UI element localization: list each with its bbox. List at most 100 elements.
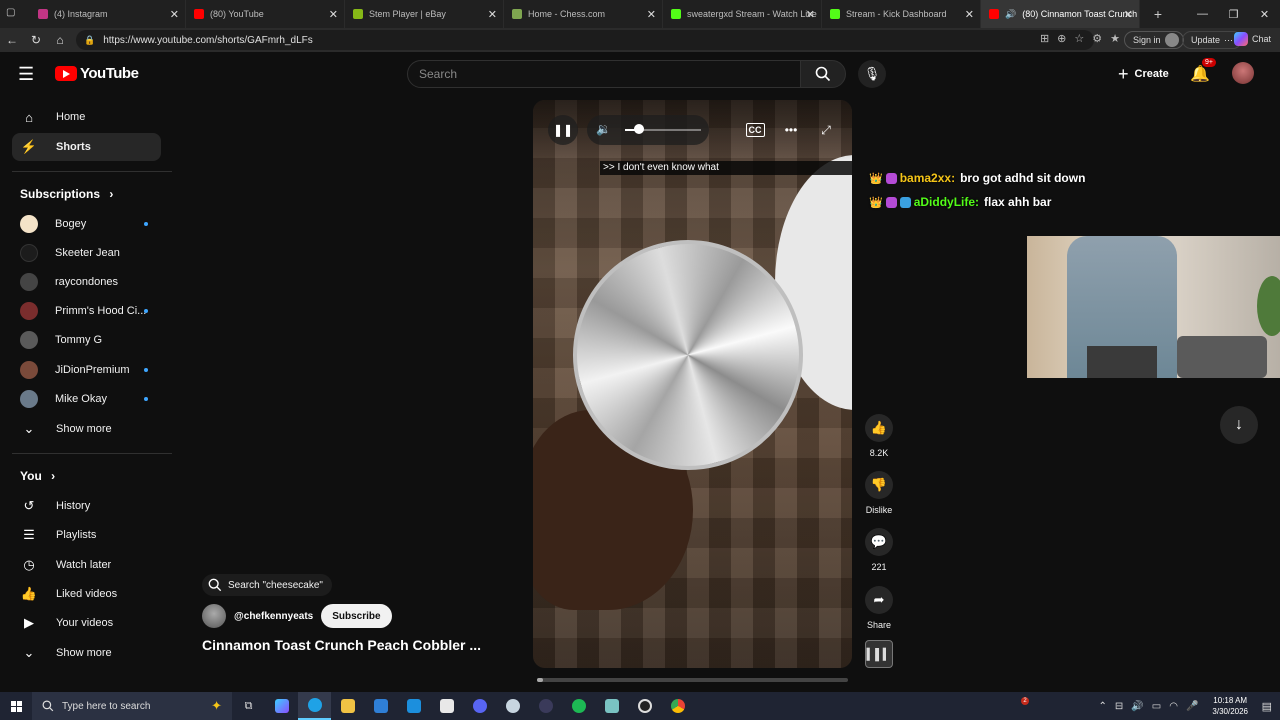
network-icon[interactable]: ⊟ [1115,701,1123,712]
comments-button[interactable]: 💬 221 [864,528,894,572]
video-progress-bar[interactable] [537,678,848,682]
like-button[interactable]: 👍 8.2K [864,414,894,458]
close-icon[interactable]: ✕ [806,8,815,21]
search-input[interactable]: Search [407,60,801,88]
tab-actions-icon[interactable]: ▢ [6,7,22,21]
sidebar-item-shorts[interactable]: ⚡ Shorts [12,133,161,161]
chevron-up-icon[interactable]: ⌃ [1099,701,1107,712]
shorts-video-player[interactable]: ❚❚ 🔉 CC ••• ⤢ >> I don't even know what [533,100,852,668]
minimize-icon[interactable]: — [1187,0,1218,28]
video-title[interactable]: Cinnamon Toast Crunch Peach Cobbler ... [202,637,481,653]
tab-kick-dashboard[interactable]: Stream - Kick Dashboard ✕ [822,0,981,28]
zoom-icon[interactable]: ⊕ [1057,32,1066,45]
subscriptions-heading[interactable]: Subscriptions › [20,187,113,201]
refresh-icon[interactable]: ↻ [24,28,48,52]
volume-control[interactable]: 🔉 [587,115,709,145]
home-icon[interactable]: ⌂ [48,28,72,52]
subscription-item[interactable]: Mike Okay [20,388,160,410]
copilot-chat-button[interactable]: Chat [1234,32,1271,46]
url-field[interactable]: 🔒 https://www.youtube.com/shorts/GAFmrh_… [76,30,1094,50]
mic-icon[interactable]: 🎤 [1186,701,1198,712]
start-button[interactable] [0,692,32,720]
system-clock[interactable]: 10:18 AM 3/30/2026 [1212,695,1248,717]
sidebar-item-history[interactable]: ↺ History [12,492,161,520]
channel-avatar[interactable] [202,604,226,628]
thumbs-down-icon[interactable]: 👎 [865,471,893,499]
taskbar-app-steam[interactable] [496,692,529,720]
taskbar-app-obs[interactable] [529,692,562,720]
notifications-button[interactable]: 🔔 9+ [1190,58,1216,84]
tab-ebay[interactable]: Stem Player | eBay ✕ [345,0,504,28]
pause-button[interactable]: ❚❚ [548,115,578,145]
signin-button[interactable]: Sign in [1124,31,1184,49]
search-suggestion-chip[interactable]: Search "cheesecake" [202,574,332,596]
next-video-button[interactable]: ↓ [1220,406,1258,444]
subscription-item[interactable]: raycondones [20,271,160,293]
taskbar-app-copilot[interactable] [265,692,298,720]
taskbar-app-chrome[interactable] [661,692,694,720]
sidebar-item-liked-videos[interactable]: 👍 Liked videos [12,580,161,608]
volume-slider-handle[interactable] [634,124,644,134]
task-view-button[interactable]: ⧉ [232,692,265,720]
taskbar-app-edge[interactable] [298,692,331,720]
display-icon[interactable]: ▭ [1152,701,1161,712]
audio-icon[interactable]: 🔊 [1005,9,1016,20]
extensions-icon[interactable]: ⚙ [1092,32,1102,45]
hamburger-menu-icon[interactable]: ☰ [18,64,34,85]
more-options-button[interactable]: ••• [776,115,806,145]
sidebar-item-playlists[interactable]: ☰ Playlists [12,521,161,549]
restore-icon[interactable]: ❐ [1218,0,1249,28]
subscription-item[interactable]: JiDionPremium [20,359,160,381]
subscription-item[interactable]: Primm's Hood Ci... [20,300,160,322]
sidebar-item-home[interactable]: ⌂ Home [12,103,161,131]
voice-search-button[interactable]: 🎙 [858,60,886,88]
taskbar-app-generic-2[interactable] [628,692,661,720]
captions-button[interactable]: CC [740,115,770,145]
channel-handle[interactable]: @chefkennyeats [234,611,313,622]
tab-chess[interactable]: Home - Chess.com ✕ [504,0,663,28]
new-tab-button[interactable]: + [1146,6,1170,22]
app-icon[interactable]: ⊞ [1040,32,1049,45]
account-avatar[interactable] [1232,62,1254,84]
wifi-icon[interactable]: ◠ [1169,701,1178,712]
share-icon[interactable]: ➦ [865,586,893,614]
sidebar-item-watch-later[interactable]: ◷ Watch later [12,551,161,579]
close-window-icon[interactable]: ✕ [1249,0,1280,28]
close-icon[interactable]: ✕ [170,8,179,21]
subscription-item[interactable]: Bogey [20,213,160,235]
notification-center-icon[interactable]: ▤ [1262,700,1272,713]
close-icon[interactable]: ✕ [329,8,338,21]
share-button[interactable]: ➦ Share [864,586,894,630]
show-more-subscriptions[interactable]: ⌄ Show more [12,415,161,443]
thumbs-up-icon[interactable]: 👍 [865,414,893,442]
taskbar-app-generic[interactable] [595,692,628,720]
fullscreen-button[interactable]: ⤢ [811,115,841,145]
subscription-item[interactable]: Tommy G [20,329,160,351]
search-button[interactable] [800,60,846,88]
close-icon[interactable]: ✕ [647,8,656,21]
favorite-star-icon[interactable]: ☆ [1074,32,1084,45]
you-heading[interactable]: You › [20,469,55,483]
comment-icon[interactable]: 💬 [865,528,893,556]
tab-youtube[interactable]: (80) YouTube ✕ [186,0,345,28]
create-button[interactable]: + Create [1110,62,1177,86]
speaker-icon[interactable]: 🔊 [1131,701,1143,712]
taskbar-search[interactable]: Type here to search ✦ [32,692,232,720]
taskbar-app-spotify[interactable] [562,692,595,720]
favorites-icon[interactable]: ★ [1110,32,1120,45]
close-icon[interactable]: ✕ [1124,8,1133,21]
close-icon[interactable]: ✕ [965,8,974,21]
show-more-you[interactable]: ⌄ Show more [12,639,161,667]
close-icon[interactable]: ✕ [488,8,497,21]
tab-instagram[interactable]: (4) Instagram ✕ [30,0,186,28]
dislike-button[interactable]: 👎 Dislike [864,471,894,515]
taskbar-app-explorer[interactable] [331,692,364,720]
sidebar-item-your-videos[interactable]: ▶ Your videos [12,609,161,637]
subscribe-button[interactable]: Subscribe [321,604,392,628]
taskbar-app-discord[interactable] [463,692,496,720]
back-icon[interactable]: ← [0,28,24,52]
taskbar-app-store[interactable] [364,692,397,720]
taskbar-app-notepad[interactable] [430,692,463,720]
sound-remix-button[interactable]: ▍▌▍ [865,640,893,668]
youtube-logo[interactable]: YouTube [55,65,139,82]
